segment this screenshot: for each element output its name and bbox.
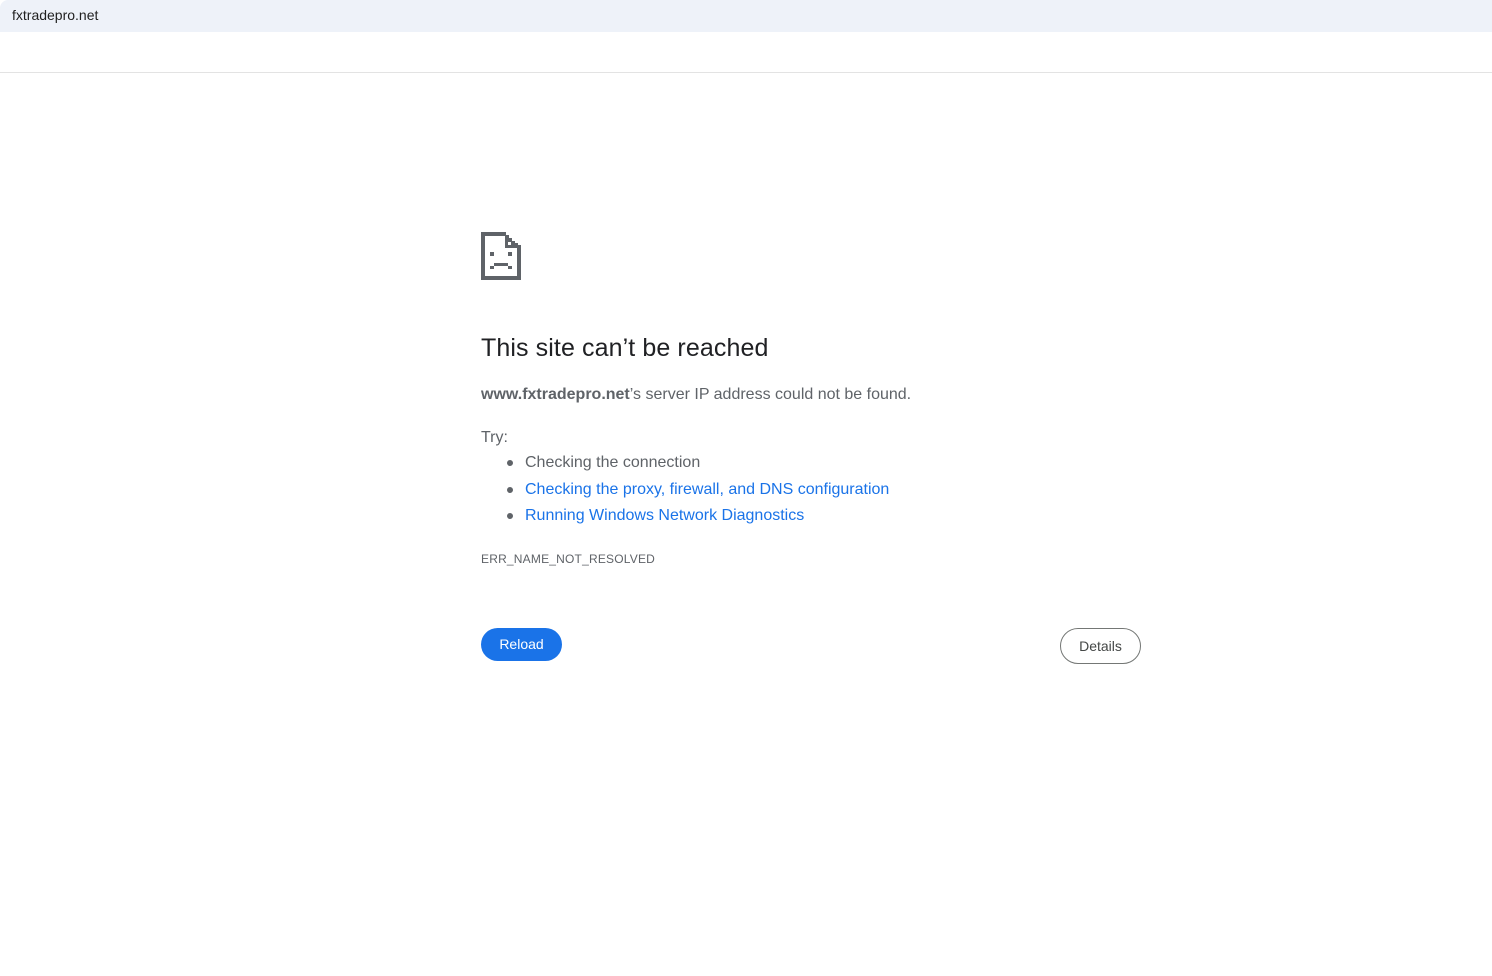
suggestion-check-connection: Checking the connection: [525, 454, 701, 471]
reload-button[interactable]: Reload: [481, 628, 562, 661]
bullet-icon: [507, 513, 513, 519]
error-host: www.fxtradepro.net: [481, 386, 630, 403]
tab-title[interactable]: fxtradepro.net: [12, 7, 98, 23]
suggestion-network-diagnostics-link[interactable]: Running Windows Network Diagnostics: [525, 507, 804, 524]
suggestion-item: Checking the proxy, firewall, and DNS co…: [481, 479, 889, 506]
suggestion-check-proxy-link[interactable]: Checking the proxy, firewall, and DNS co…: [525, 481, 889, 498]
bullet-icon: [507, 460, 513, 466]
error-heading: This site can’t be reached: [481, 334, 769, 362]
sad-page-icon: [481, 232, 521, 280]
error-code: ERR_NAME_NOT_RESOLVED: [481, 552, 656, 566]
browser-toolbar: [0, 32, 1492, 73]
browser-top-bar: fxtradepro.net: [0, 0, 1492, 32]
suggestion-item: Checking the connection: [481, 452, 889, 479]
try-label: Try:: [481, 429, 508, 446]
bullet-icon: [507, 486, 513, 493]
suggestion-list: Checking the connection Checking the pro…: [481, 452, 889, 532]
error-summary-suffix: ’s server IP address could not be found.: [629, 386, 912, 403]
suggestion-item: Running Windows Network Diagnostics: [481, 505, 889, 532]
error-summary: www.fxtradepro.net’s server IP address c…: [481, 385, 911, 405]
details-button[interactable]: Details: [1060, 628, 1141, 664]
